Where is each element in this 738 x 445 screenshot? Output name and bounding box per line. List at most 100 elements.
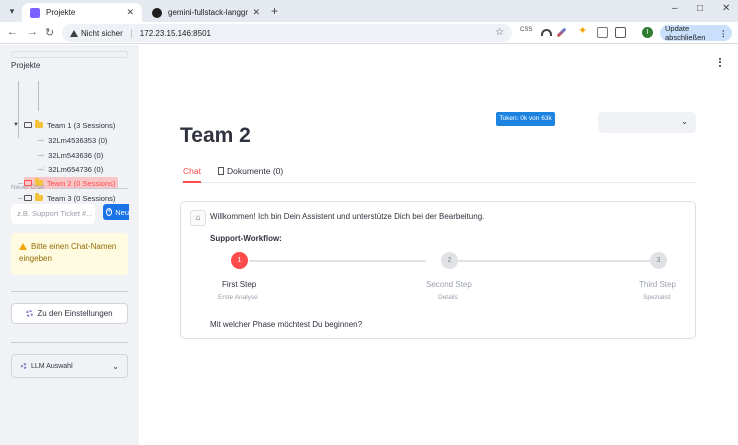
step-3-sub: Spezialist [643, 294, 671, 301]
workflow-connector [458, 260, 650, 262]
chat-bubble-icon: ◌ [41, 136, 46, 144]
tab-chat[interactable]: Chat [183, 166, 201, 183]
step-3-circle[interactable]: 3 [650, 252, 667, 269]
divider [11, 342, 128, 343]
page-title: Team 2 [180, 124, 251, 147]
gear-icon [26, 310, 34, 317]
tree-item-session[interactable]: ◌ 32Lm543636 (0) [41, 149, 103, 161]
security-indicator[interactable]: Nicht sicher [70, 28, 132, 38]
chat-message: ⌂ Willkommen! Ich bin Dein Assistent und… [180, 201, 696, 339]
tab-title: Projekte [46, 8, 76, 17]
main-tabs: Chat Dokumente (0) [180, 161, 696, 183]
tree-connector [38, 81, 39, 111]
step-2-name: Second Step [426, 280, 472, 289]
chevron-down-icon: ⌄ [112, 361, 119, 371]
bookmark-star-icon[interactable]: ☆ [495, 27, 504, 38]
close-window-icon[interactable]: ✕ [722, 3, 730, 14]
extension-arc-icon[interactable] [541, 29, 552, 36]
tab-documents[interactable]: Dokumente (0) [218, 166, 283, 183]
extensions-puzzle-icon[interactable] [615, 27, 626, 38]
tree-item-label: 32Lm543636 (0) [48, 150, 104, 160]
reload-icon[interactable]: ↻ [45, 26, 54, 39]
streamlit-favicon-icon [30, 7, 40, 18]
tree-item-label: Team 2 (0 Sessions) [47, 178, 116, 188]
github-favicon-icon [152, 7, 162, 18]
tree-item-label: Team 3 (0 Sessions) [47, 193, 116, 203]
new-chat-button-label: Neu [115, 207, 129, 217]
step-1-circle[interactable]: 1 [231, 252, 248, 269]
new-chat-label: Neuer Chat [11, 184, 45, 191]
folder-outline-icon [24, 195, 32, 201]
extension-sparkle-icon[interactable]: ✦ [578, 24, 589, 37]
url-text[interactable]: 172.23.15.146:8501 [140, 29, 211, 38]
chat-bubble-icon: ◌ [41, 165, 46, 173]
step-3-name: Third Step [639, 280, 676, 289]
sidebar-top-field[interactable] [11, 51, 128, 58]
projects-heading: Projekte [11, 61, 41, 70]
folder-icon [34, 120, 43, 128]
close-tab-icon[interactable]: ✕ [252, 7, 260, 18]
step-1-sub: Erste Analyse [218, 294, 258, 301]
close-tab-icon[interactable]: ✕ [126, 7, 134, 18]
step-2-sub: Details [438, 294, 458, 301]
app-menu-icon[interactable] [719, 56, 721, 68]
chat-bubble-icon: ◌ [41, 151, 46, 159]
divider [50, 188, 128, 189]
extension-pen-icon[interactable] [556, 27, 567, 38]
menu-dots-icon[interactable]: ⋮ [720, 29, 728, 38]
new-tab-button[interactable]: + [271, 4, 278, 18]
tree-item-session[interactable]: ◌ 32Lm654736 (0) [41, 163, 103, 175]
gear-icon [21, 363, 27, 369]
warning-text: Bitte einen Chat-Namen eingeben [19, 242, 117, 263]
step-1-name: First Step [222, 280, 257, 289]
browser-tab-gemini[interactable]: gemini-fullstack-langgraph-qui ✕ [144, 3, 268, 22]
chevron-down-icon: ⌄ [681, 117, 688, 126]
new-chat-button[interactable]: + Neu [103, 204, 129, 220]
llm-selector[interactable]: LLM Auswahl ⌄ [11, 354, 128, 378]
workflow-title: Support-Workflow: [210, 234, 282, 243]
workflow-connector [249, 260, 426, 262]
browser-tab-projekte[interactable]: Projekte ✕ [22, 3, 142, 22]
divider [11, 291, 128, 292]
new-chat-input[interactable]: z.B. Support Ticket #... [11, 204, 95, 224]
top-right-select[interactable]: ⌄ [598, 112, 696, 133]
caret-down-icon[interactable]: ▼ [13, 122, 19, 128]
folder-outline-icon [23, 122, 32, 128]
browser-tab-bar: ▾ Projekte ✕ gemini-fullstack-langgraph-… [0, 0, 738, 22]
plus-circle-icon: + [106, 208, 113, 216]
tree-item-label: Team 1 (3 Sessions) [46, 120, 116, 130]
tab-search-chevron-icon[interactable]: ▾ [6, 5, 18, 17]
extension-css-icon[interactable]: CSS [520, 27, 534, 38]
tree-item-label: 32Lm654736 (0) [48, 164, 104, 174]
profile-avatar[interactable]: I [642, 27, 653, 38]
step-2-circle[interactable]: 2 [441, 252, 458, 269]
settings-button-label: Zu den Einstellungen [37, 309, 113, 318]
address-bar[interactable]: Nicht sicher 172.23.15.146:8501 ☆ [62, 24, 512, 42]
tree-item-label: 32Lm4536353 (0) [48, 135, 108, 145]
tree-item-team-3[interactable]: Team 3 (0 Sessions) [24, 192, 115, 204]
tab-documents-label: Dokumente (0) [227, 166, 284, 176]
llm-selector-label: LLM Auswahl [31, 362, 73, 370]
bot-avatar-icon: ⌂ [190, 210, 206, 226]
tree-item-team-1[interactable]: ▼ Team 1 (3 Sessions) [13, 119, 115, 131]
document-icon [218, 167, 224, 175]
minimize-icon[interactable]: – [672, 3, 678, 14]
extension-shield-icon[interactable] [597, 27, 608, 38]
tree-item-session[interactable]: ◌ 32Lm4536353 (0) [41, 134, 107, 146]
warning-message: Bitte einen Chat-Namen eingeben [11, 233, 128, 275]
back-icon[interactable]: ← [7, 26, 18, 38]
warning-icon [70, 29, 78, 37]
security-label: Nicht sicher [81, 28, 123, 38]
update-button-label: Update abschließen [665, 24, 706, 42]
folder-icon [35, 193, 43, 201]
question-text: Mit welcher Phase möchtest Du beginnen? [210, 320, 363, 329]
maximize-icon[interactable]: □ [697, 3, 703, 14]
browser-toolbar: ← → ↻ Nicht sicher 172.23.15.146:8501 ☆ … [0, 22, 738, 44]
forward-icon[interactable]: → [27, 26, 38, 38]
token-badge: Token: 0k von 63k [496, 112, 555, 126]
warning-icon [19, 243, 27, 250]
update-button[interactable]: Update abschließen ⋮ [660, 24, 732, 42]
tree-connector [18, 198, 23, 199]
settings-button[interactable]: Zu den Einstellungen [11, 303, 128, 324]
tab-title: gemini-fullstack-langgraph-qui [168, 8, 249, 17]
